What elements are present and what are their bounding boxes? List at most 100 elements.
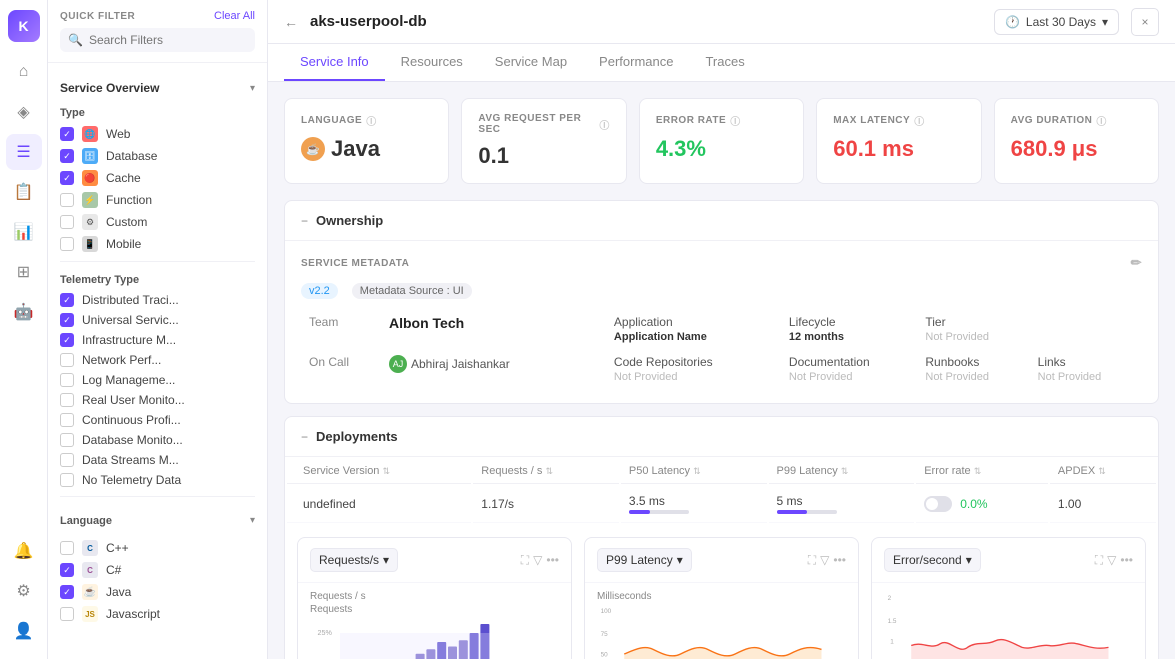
sort-icon-requests[interactable]: ⇅ [545, 466, 553, 476]
group-nav-icon[interactable]: ⊞ [6, 254, 42, 290]
cpp-checkbox[interactable] [60, 541, 74, 555]
filter-no-telemetry[interactable]: No Telemetry Data [60, 470, 255, 490]
more-icon-err[interactable]: ••• [1120, 553, 1133, 568]
chart-requests-icons: ⛶ ▽ ••• [521, 553, 559, 568]
custom-icon: ⚙ [82, 214, 98, 230]
tab-service-map[interactable]: Service Map [479, 44, 583, 81]
custom-checkbox[interactable] [60, 215, 74, 229]
function-checkbox[interactable] [60, 193, 74, 207]
application-label: ApplicationApplication Name [574, 309, 781, 349]
more-icon-p99[interactable]: ••• [833, 553, 846, 568]
filter-profiling[interactable]: Continuous Profi... [60, 410, 255, 430]
filter-cache[interactable]: 🔴 Cache [60, 167, 255, 189]
p99-chart-svg: 100 75 50 25 0 JAN 1 JAN 15 [597, 604, 846, 659]
filter-cpp[interactable]: C C++ [60, 537, 255, 559]
metric-max-latency: MAX LATENCY ⓘ 60.1 ms [816, 98, 981, 184]
more-icon-req[interactable]: ••• [546, 553, 559, 568]
tab-resources[interactable]: Resources [385, 44, 479, 81]
deployments-header[interactable]: − Deployments [285, 417, 1158, 457]
log-nav-icon[interactable]: 📋 [6, 174, 42, 210]
requests-selector[interactable]: Requests/s ▾ [310, 548, 398, 572]
sort-icon-version[interactable]: ⇅ [383, 466, 391, 476]
oncall-label: On Call [301, 349, 381, 389]
filter-db-monitoring[interactable]: Database Monito... [60, 430, 255, 450]
java-checkbox[interactable] [60, 585, 74, 599]
mobile-checkbox[interactable] [60, 237, 74, 251]
filter-icon-req[interactable]: ▽ [533, 553, 542, 568]
filter-universal-svc[interactable]: Universal Servic... [60, 310, 255, 330]
list-nav-icon[interactable]: ☰ [6, 134, 42, 170]
infra-checkbox[interactable] [60, 333, 74, 347]
services-nav-icon[interactable]: ◈ [6, 94, 42, 130]
data-streams-checkbox[interactable] [60, 453, 74, 467]
sort-icon-error[interactable]: ⇅ [974, 466, 982, 476]
filter-javascript[interactable]: JS Javascript [60, 603, 255, 625]
service-overview-header[interactable]: Service Overview ▾ [60, 75, 255, 101]
filter-icon-err[interactable]: ▽ [1107, 553, 1116, 568]
filter-custom[interactable]: ⚙ Custom [60, 211, 255, 233]
db-monitoring-checkbox[interactable] [60, 433, 74, 447]
back-button[interactable]: ← [284, 14, 298, 30]
tab-service-info[interactable]: Service Info [284, 44, 385, 81]
database-label: Database [106, 149, 157, 163]
filter-dist-tracing[interactable]: Distributed Traci... [60, 290, 255, 310]
sort-icon-apdex[interactable]: ⇅ [1098, 466, 1106, 476]
user-nav-icon[interactable]: 👤 [6, 613, 42, 649]
tab-performance[interactable]: Performance [583, 44, 689, 81]
bot-nav-icon[interactable]: 🤖 [6, 294, 42, 330]
csharp-icon: C [82, 562, 98, 578]
sort-icon-p99[interactable]: ⇅ [841, 466, 849, 476]
filter-web[interactable]: 🌐 Web [60, 123, 255, 145]
csharp-checkbox[interactable] [60, 563, 74, 577]
filter-java[interactable]: ☕ Java [60, 581, 255, 603]
chart-nav-icon[interactable]: 📊 [6, 214, 42, 250]
dist-tracing-checkbox[interactable] [60, 293, 74, 307]
filter-function[interactable]: ⚡ Function [60, 189, 255, 211]
on-call-avatar: AJ [389, 355, 407, 373]
date-filter-button[interactable]: 🕐 Last 30 Days ▾ [994, 9, 1119, 35]
expand-icon-p99[interactable]: ⛶ [808, 553, 816, 568]
table-row: undefined 1.17/s 3.5 ms 5 ms [287, 486, 1156, 523]
filter-icon-p99[interactable]: ▽ [820, 553, 829, 568]
version-badge: v2.2 [301, 283, 338, 299]
edit-icon[interactable]: ✏ [1131, 255, 1142, 271]
expand-icon-err[interactable]: ⛶ [1095, 553, 1103, 568]
home-nav-icon[interactable]: ⌂ [6, 54, 42, 90]
filter-infra[interactable]: Infrastructure M... [60, 330, 255, 350]
info-icon: ⓘ [366, 113, 377, 128]
cache-checkbox[interactable] [60, 171, 74, 185]
rum-checkbox[interactable] [60, 393, 74, 407]
filter-log[interactable]: Log Manageme... [60, 370, 255, 390]
avg-req-value: 0.1 [478, 143, 609, 169]
row-p99: 5 ms [769, 486, 915, 523]
ownership-header[interactable]: − Ownership [285, 201, 1158, 241]
language-group-header[interactable]: Language ▾ [60, 503, 255, 537]
filter-network[interactable]: Network Perf... [60, 350, 255, 370]
p99-selector[interactable]: P99 Latency ▾ [597, 548, 692, 572]
error-selector[interactable]: Error/second ▾ [884, 548, 981, 572]
clear-all-button[interactable]: Clear All [214, 10, 255, 22]
universal-svc-checkbox[interactable] [60, 313, 74, 327]
filter-csharp[interactable]: C C# [60, 559, 255, 581]
javascript-checkbox[interactable] [60, 607, 74, 621]
search-input[interactable] [89, 33, 247, 47]
database-checkbox[interactable] [60, 149, 74, 163]
no-telemetry-checkbox[interactable] [60, 473, 74, 487]
sort-icon-p50[interactable]: ⇅ [693, 466, 701, 476]
error-rate-toggle[interactable] [924, 496, 952, 512]
close-button[interactable]: × [1131, 8, 1159, 36]
profiling-checkbox[interactable] [60, 413, 74, 427]
network-checkbox[interactable] [60, 353, 74, 367]
alert-nav-icon[interactable]: 🔔 [6, 533, 42, 569]
log-checkbox[interactable] [60, 373, 74, 387]
filter-mobile[interactable]: 📱 Mobile [60, 233, 255, 255]
search-box[interactable]: 🔍 [60, 28, 255, 52]
database-icon: 🗄 [82, 148, 98, 164]
expand-icon-req[interactable]: ⛶ [521, 553, 529, 568]
filter-rum[interactable]: Real User Monito... [60, 390, 255, 410]
tab-traces[interactable]: Traces [689, 44, 760, 81]
filter-data-streams[interactable]: Data Streams M... [60, 450, 255, 470]
filter-database[interactable]: 🗄 Database [60, 145, 255, 167]
settings-nav-icon[interactable]: ⚙ [6, 573, 42, 609]
web-checkbox[interactable] [60, 127, 74, 141]
